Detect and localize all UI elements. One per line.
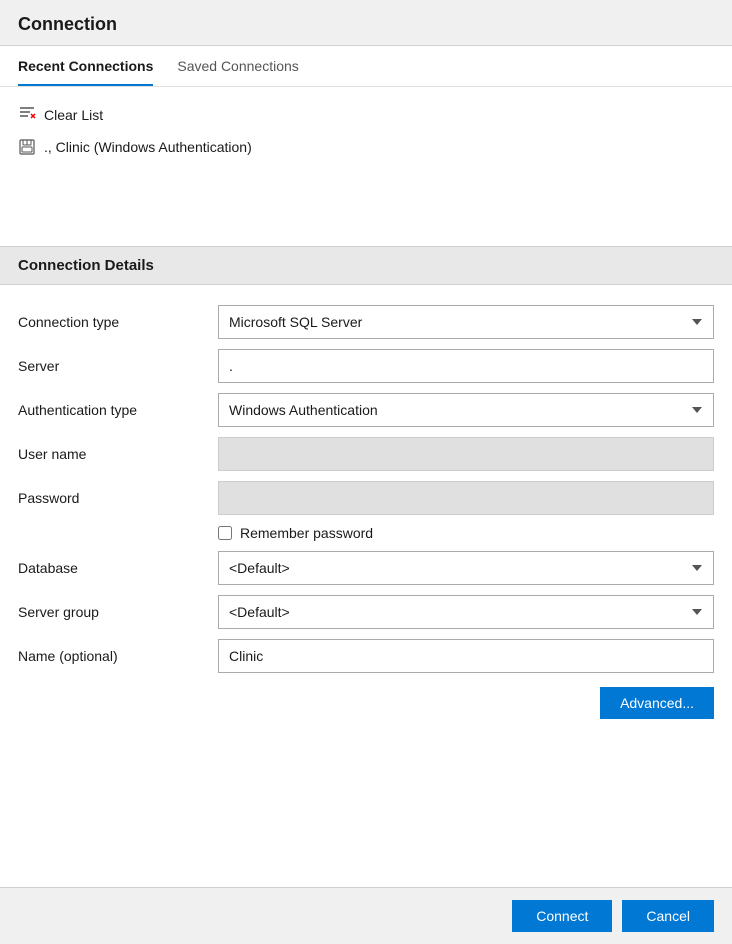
connection-details-header: Connection Details [0,247,732,285]
password-row: Password [18,481,714,515]
remember-password-label[interactable]: Remember password [240,525,373,541]
server-label: Server [18,358,218,374]
tabs-bar: Recent Connections Saved Connections [0,46,732,87]
connection-type-label: Connection type [18,314,218,330]
remember-password-checkbox[interactable] [218,526,232,540]
connection-type-select[interactable]: Microsoft SQL Server PostgreSQL MySQL SQ… [218,305,714,339]
database-row: Database <Default> [18,551,714,585]
title-bar: Connection [0,0,732,46]
auth-type-row: Authentication type Windows Authenticati… [18,393,714,427]
advanced-button[interactable]: Advanced... [600,687,714,719]
name-optional-row: Name (optional) [18,639,714,673]
recent-connection-item[interactable]: ., Clinic (Windows Authentication) [18,132,714,162]
server-group-control: <Default> [218,595,714,629]
connection-type-wrapper: Microsoft SQL Server PostgreSQL MySQL SQ… [218,305,714,339]
remember-password-row: Remember password [218,525,714,541]
server-row: Server [18,349,714,383]
connection-type-row: Connection type Microsoft SQL Server Pos… [18,305,714,339]
password-input [218,481,714,515]
dialog-title: Connection [18,14,714,35]
clear-list-label: Clear List [44,107,103,123]
database-label: Database [18,560,218,576]
connection-details-area: Connection type Microsoft SQL Server Pos… [0,285,732,887]
auth-type-label: Authentication type [18,402,218,418]
name-optional-label: Name (optional) [18,648,218,664]
connect-button[interactable]: Connect [512,900,612,932]
database-icon [18,138,36,156]
server-group-wrapper: <Default> [218,595,714,629]
name-optional-input[interactable] [218,639,714,673]
clear-list-icon [18,103,36,126]
auth-type-select[interactable]: Windows Authentication SQL Server Authen… [218,393,714,427]
tab-saved[interactable]: Saved Connections [177,46,298,86]
name-optional-control [218,639,714,673]
server-control [218,349,714,383]
server-group-row: Server group <Default> [18,595,714,629]
database-control: <Default> [218,551,714,585]
auth-type-wrapper: Windows Authentication SQL Server Authen… [218,393,714,427]
server-group-label: Server group [18,604,218,620]
password-label: Password [18,490,218,506]
username-control [218,437,714,471]
clear-list-button[interactable]: Clear List [18,97,103,132]
auth-type-control: Windows Authentication SQL Server Authen… [218,393,714,427]
advanced-row: Advanced... [18,687,714,719]
recent-connections-area: Clear List ., Clinic (Windows Authentica… [0,87,732,247]
username-row: User name [18,437,714,471]
cancel-button[interactable]: Cancel [622,900,714,932]
connection-type-control: Microsoft SQL Server PostgreSQL MySQL SQ… [218,305,714,339]
recent-connection-label: ., Clinic (Windows Authentication) [44,139,252,155]
server-input[interactable] [218,349,714,383]
footer: Connect Cancel [0,887,732,944]
username-input [218,437,714,471]
database-wrapper: <Default> [218,551,714,585]
database-select[interactable]: <Default> [218,551,714,585]
username-label: User name [18,446,218,462]
server-group-select[interactable]: <Default> [218,595,714,629]
tab-recent[interactable]: Recent Connections [18,46,153,86]
password-control [218,481,714,515]
